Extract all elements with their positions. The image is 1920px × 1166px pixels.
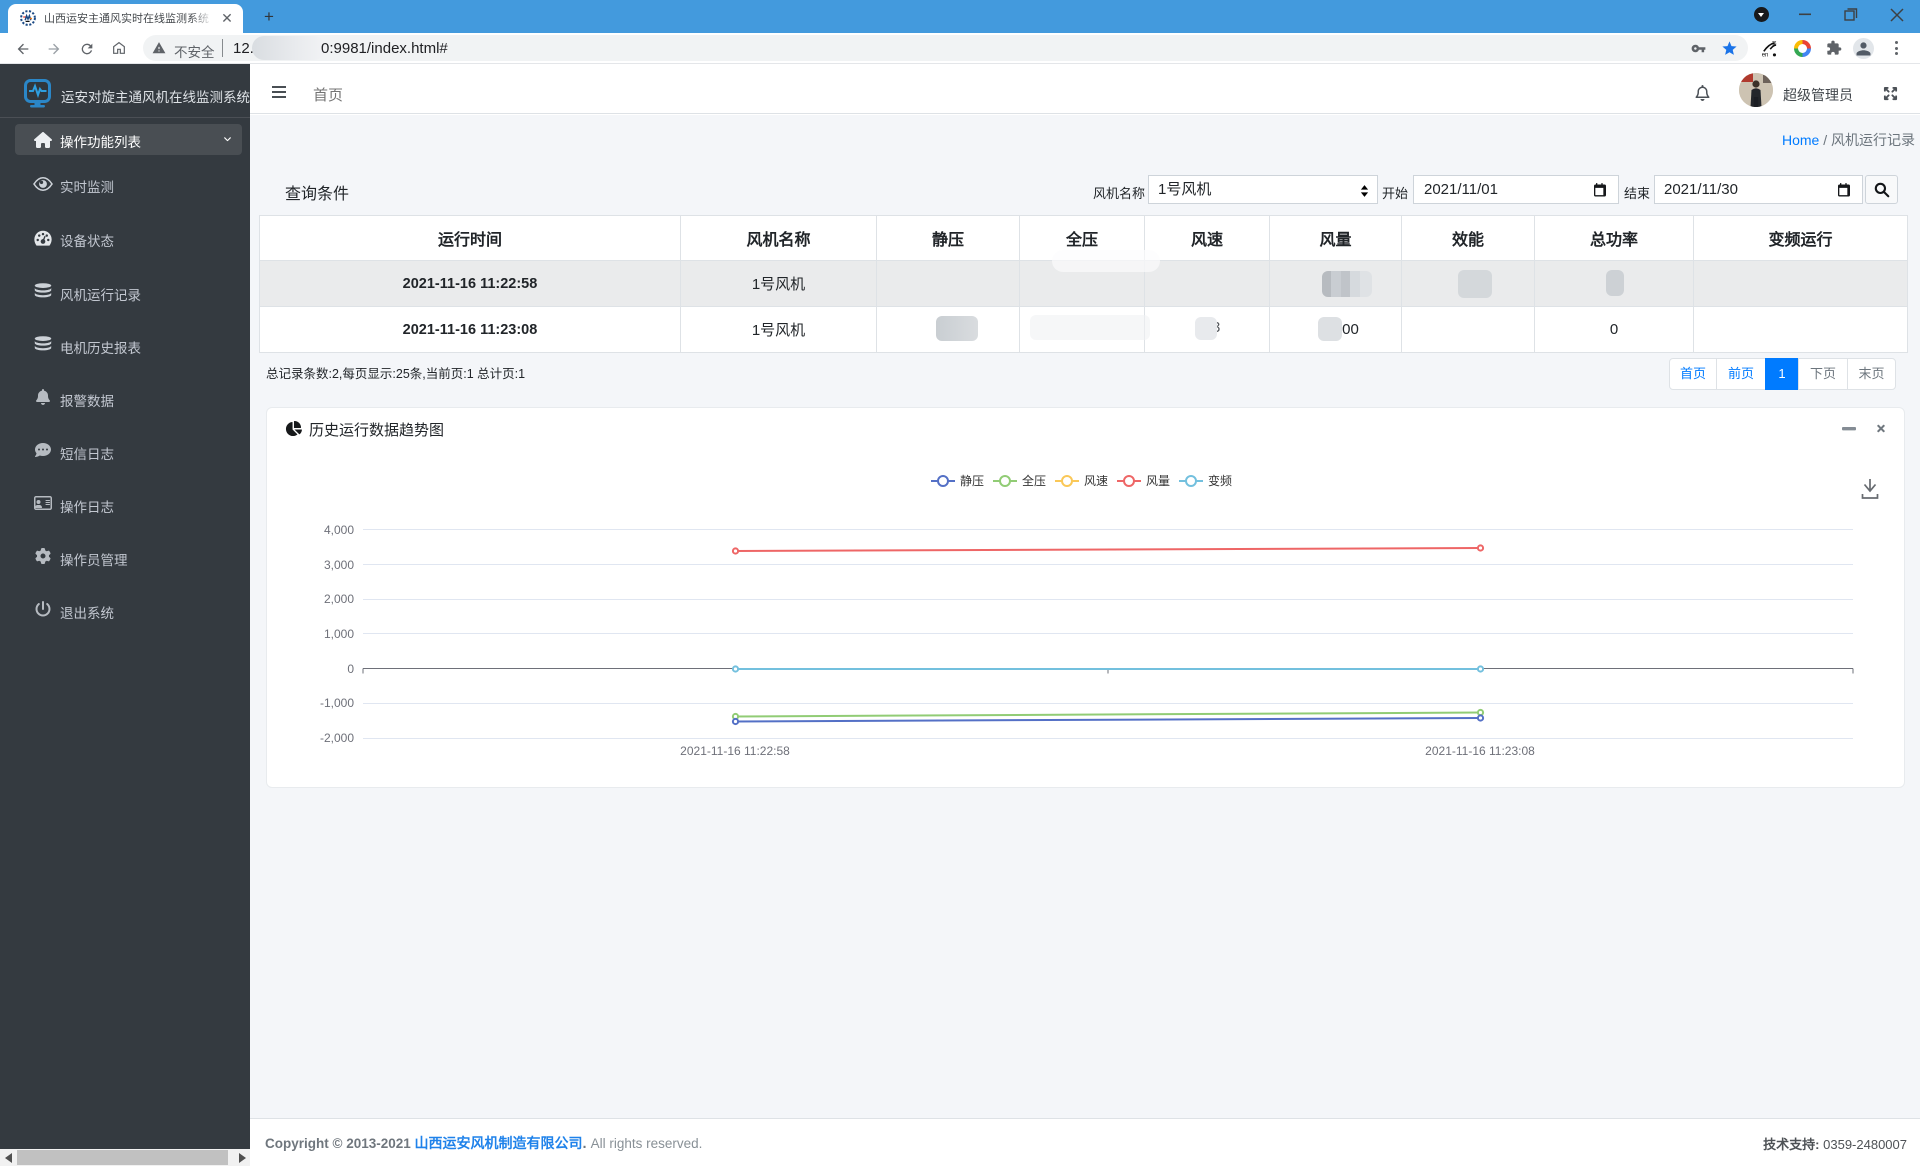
svg-text:全压: 全压 xyxy=(1022,473,1046,488)
svg-text:变频: 变频 xyxy=(1208,473,1232,488)
svg-text:1,000: 1,000 xyxy=(324,627,354,641)
svg-text:2,000: 2,000 xyxy=(324,592,354,606)
svg-text:2021-11-16 11:22:58: 2021-11-16 11:22:58 xyxy=(680,744,790,758)
svg-text:静压: 静压 xyxy=(960,474,984,488)
svg-text:风速: 风速 xyxy=(1084,474,1108,488)
svg-text:-2,000: -2,000 xyxy=(320,731,354,745)
svg-text:2021-11-16 11:23:08: 2021-11-16 11:23:08 xyxy=(1425,744,1535,758)
svg-text:4,000: 4,000 xyxy=(324,523,354,537)
svg-text:-1,000: -1,000 xyxy=(320,696,354,710)
svg-text:en: en xyxy=(1762,52,1769,57)
svg-text:3,000: 3,000 xyxy=(324,558,354,572)
svg-text:风量: 风量 xyxy=(1146,474,1170,488)
svg-text:0: 0 xyxy=(347,662,354,676)
svg-text:美: 美 xyxy=(1772,41,1777,48)
